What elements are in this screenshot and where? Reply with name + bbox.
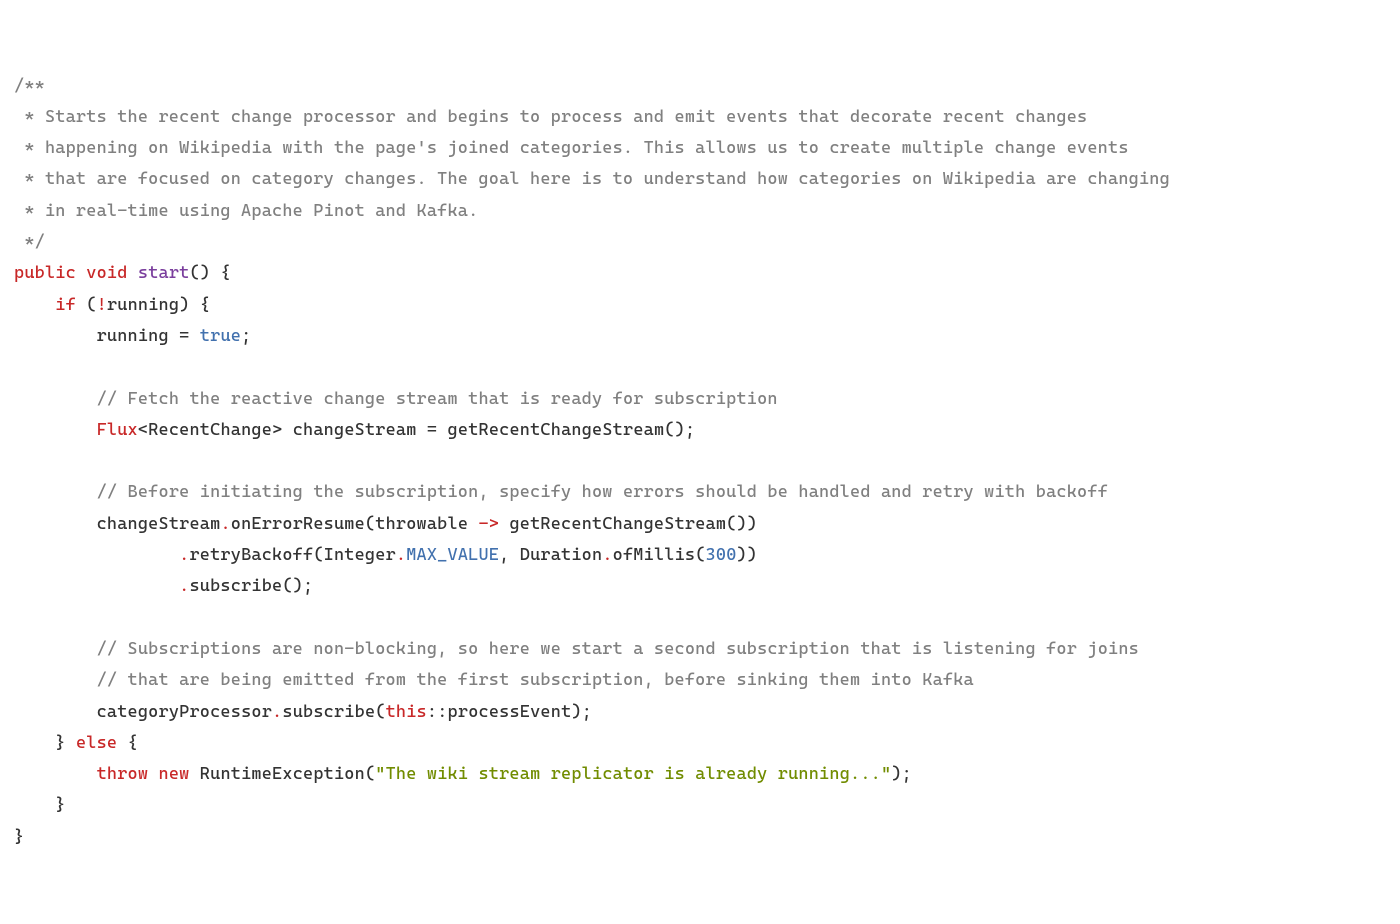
semicolon: ; (902, 764, 912, 784)
identifier-running: running (107, 295, 179, 315)
space (128, 263, 138, 283)
eq: = (427, 420, 437, 440)
keyword-void: void (86, 263, 127, 283)
line-comment: // that are being emitted from the first… (97, 670, 974, 690)
method-name-start: start (138, 263, 190, 283)
bang-operator: ! (97, 295, 107, 315)
const-maxvalue: MAX_VALUE (406, 545, 499, 565)
close-paren: ) (891, 764, 901, 784)
dot: . (272, 702, 282, 722)
call-getrecentchangestream: getRecentChangeStream() (448, 420, 685, 440)
type-recentchange: RecentChange (148, 420, 272, 440)
call-subscribe: subscribe() (189, 576, 303, 596)
brace-open: { (200, 295, 210, 315)
type-runtimeexception: RuntimeException( (189, 764, 375, 784)
dot: . (179, 545, 189, 565)
brace-open: { (117, 733, 138, 753)
call-ofmillis: ofMillis( (613, 545, 706, 565)
javadoc-line: */ (14, 232, 45, 252)
call-subscribe-open: subscribe( (282, 702, 385, 722)
indent (14, 420, 97, 440)
indent (14, 639, 97, 659)
identifier-categoryprocessor: categoryProcessor (97, 702, 272, 722)
javadoc-line: * in real-time using Apache Pinot and Ka… (14, 201, 478, 221)
keyword-if: if (55, 295, 76, 315)
gt: > (272, 420, 282, 440)
indent (14, 670, 97, 690)
close-parens: )) (737, 545, 758, 565)
indent (14, 576, 179, 596)
indent (14, 514, 97, 534)
space (66, 733, 76, 753)
literal-true: true (200, 326, 241, 346)
brace-close: } (55, 795, 65, 815)
identifier-changestream: changeStream (97, 514, 221, 534)
indent (14, 733, 55, 753)
open-paren: ( (76, 295, 97, 315)
dot: . (602, 545, 612, 565)
javadoc-line: * happening on Wikipedia with the page's… (14, 138, 1129, 158)
line-comment: // Before initiating the subscription, s… (97, 482, 1108, 502)
indent (14, 482, 97, 502)
call-onerrorresume: onErrorResume(throwable (231, 514, 479, 534)
indent (14, 764, 97, 784)
javadoc-line: /** (14, 76, 45, 96)
indent (14, 326, 97, 346)
javadoc-line: * Starts the recent change processor and… (14, 107, 1087, 127)
space (148, 764, 158, 784)
semicolon: ; (303, 576, 313, 596)
javadoc-line: * that are focused on category changes. … (14, 169, 1170, 189)
dot: . (220, 514, 230, 534)
keyword-public: public (14, 263, 76, 283)
semicolon: ; (241, 326, 251, 346)
semicolon: ; (685, 420, 695, 440)
brace-open: { (210, 263, 231, 283)
line-comment: // Fetch the reactive change stream that… (97, 389, 778, 409)
brace-close: } (55, 733, 65, 753)
dot: . (179, 576, 189, 596)
call-retrybackoff-mid: , Duration (499, 545, 602, 565)
indent (14, 545, 179, 565)
space (76, 263, 86, 283)
literal-300: 300 (706, 545, 737, 565)
close-paren: ) (179, 295, 200, 315)
type-flux: Flux (97, 420, 138, 440)
identifier-running: running (97, 326, 169, 346)
string-literal: "The wiki stream replicator is already r… (375, 764, 891, 784)
keyword-new: new (159, 764, 190, 784)
double-colon: :: (427, 702, 448, 722)
arrow: -> (478, 514, 499, 534)
lambda-body: getRecentChangeStream()) (499, 514, 757, 534)
brace-close: } (14, 827, 24, 847)
indent (14, 795, 55, 815)
parens: () (190, 263, 211, 283)
line-comment: // Subscriptions are non-blocking, so he… (97, 639, 1139, 659)
keyword-else: else (76, 733, 117, 753)
semicolon: ; (582, 702, 592, 722)
identifier-changestream: changeStream (282, 420, 427, 440)
indent (14, 389, 97, 409)
dot: . (396, 545, 406, 565)
method-ref-processevent: processEvent) (448, 702, 582, 722)
keyword-this: this (386, 702, 427, 722)
keyword-throw: throw (97, 764, 149, 784)
call-retrybackoff-pre: retryBackoff(Integer (189, 545, 395, 565)
lt: < (138, 420, 148, 440)
indent (14, 295, 55, 315)
indent (14, 702, 97, 722)
space (437, 420, 447, 440)
assign: = (169, 326, 200, 346)
